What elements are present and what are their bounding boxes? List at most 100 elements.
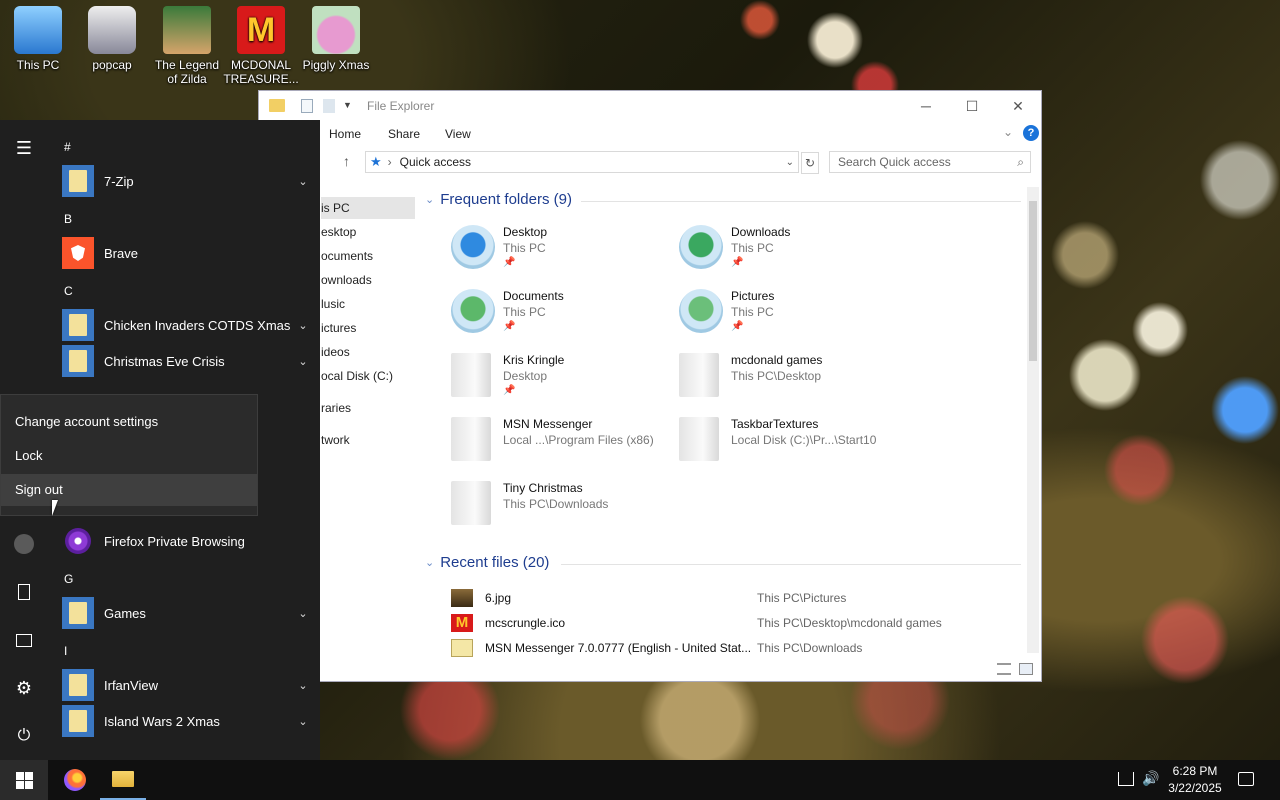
letter-header[interactable]: I: [64, 644, 67, 658]
folder-tile-desktop[interactable]: Desktop This PC 📌: [451, 223, 671, 279]
tab-home[interactable]: Home: [329, 127, 361, 141]
up-arrow-icon[interactable]: ↑: [343, 153, 350, 169]
app-games[interactable]: Games ⌄: [62, 595, 312, 631]
letter-header[interactable]: G: [64, 572, 73, 586]
details-view-icon[interactable]: [997, 663, 1011, 675]
desktop-icon-zelda[interactable]: The Legend of Zilda: [149, 6, 225, 86]
recent-file-row[interactable]: MSN Messenger 7.0.0777 (English - United…: [451, 637, 1011, 659]
search-input[interactable]: Search Quick access ⌕: [829, 151, 1031, 173]
taskbar-firefox[interactable]: [52, 760, 98, 800]
folder-location: This PC: [731, 241, 774, 255]
maximize-button[interactable]: ☐: [949, 91, 995, 121]
nav-item-this-pc[interactable]: is PC: [321, 197, 415, 219]
mcdonalds-file-icon: M: [451, 614, 473, 632]
app-island-wars[interactable]: Island Wars 2 Xmas ⌄: [62, 703, 312, 739]
app-label: Chicken Invaders COTDS Xmas: [104, 317, 291, 333]
breadcrumb[interactable]: Quick access: [400, 155, 471, 169]
app-brave[interactable]: Brave: [62, 235, 312, 271]
folder-tile-tiny-christmas[interactable]: Tiny Christmas This PC\Downloads: [451, 479, 671, 535]
qat-dropdown-icon[interactable]: ▼: [343, 100, 352, 110]
nav-item-desktop[interactable]: esktop: [321, 221, 356, 243]
desktop-icon-popcap[interactable]: popcap: [74, 6, 150, 72]
notification-icon[interactable]: [1238, 772, 1254, 786]
file-explorer-window[interactable]: ▼ File Explorer ─ ☐ ✕ Home Share View ⌄ …: [258, 90, 1042, 682]
folder-tile-mcdonald-games[interactable]: mcdonald games This PC\Desktop: [679, 351, 899, 407]
recent-file-path: This PC\Pictures: [757, 591, 847, 605]
power-button[interactable]: ⏻: [0, 716, 48, 756]
app-7zip[interactable]: 7-Zip ⌄: [62, 163, 312, 199]
nav-item-music[interactable]: lusic: [321, 293, 345, 315]
clock[interactable]: 6:28 PM 3/22/2025: [1162, 763, 1228, 797]
change-account-settings-item[interactable]: Change account settings: [1, 406, 257, 438]
pictures-button[interactable]: [0, 620, 48, 660]
folder-location: Desktop: [503, 369, 548, 383]
recent-files-label: Recent files (20): [440, 554, 550, 571]
mouse-cursor-icon: [52, 500, 64, 516]
desktop-icon-this-pc[interactable]: This PC: [0, 6, 76, 72]
app-chicken-invaders[interactable]: Chicken Invaders COTDS Xmas ⌄: [62, 307, 312, 343]
letter-header[interactable]: C: [64, 284, 73, 298]
nav-item-libraries[interactable]: raries: [321, 397, 351, 419]
network-icon[interactable]: [1118, 772, 1134, 786]
piggly-icon: [312, 6, 360, 54]
app-irfanview[interactable]: IrfanView ⌄: [62, 667, 312, 703]
scroll-thumb[interactable]: [1029, 201, 1037, 361]
app-label: Games: [104, 605, 146, 621]
navigation-pane: is PC esktop ocuments ownloads lusic ict…: [321, 195, 417, 535]
sign-out-item[interactable]: Sign out: [1, 474, 257, 506]
recent-files-header[interactable]: ⌄ Recent files (20): [425, 554, 549, 571]
large-icons-view-icon[interactable]: [1019, 663, 1033, 675]
tab-share[interactable]: Share: [388, 127, 420, 141]
folder-tile-kris-kringle[interactable]: Kris Kringle Desktop 📌: [451, 351, 671, 407]
vertical-scrollbar[interactable]: [1027, 187, 1039, 653]
address-dropdown-icon[interactable]: ⌄: [786, 157, 798, 168]
close-button[interactable]: ✕: [995, 91, 1041, 121]
app-firefox-private[interactable]: Firefox Private Browsing: [62, 523, 312, 559]
nav-item-documents[interactable]: ocuments: [321, 245, 373, 267]
letter-header[interactable]: #: [64, 140, 71, 154]
folder-tile-msn-messenger[interactable]: MSN Messenger Local ...\Program Files (x…: [451, 415, 671, 471]
lock-item[interactable]: Lock: [1, 440, 257, 472]
properties-icon[interactable]: [301, 99, 313, 113]
volume-icon[interactable]: 🔊: [1142, 770, 1159, 787]
letter-header[interactable]: B: [64, 212, 72, 226]
recent-file-path: This PC\Downloads: [757, 641, 863, 655]
help-icon[interactable]: ?: [1023, 125, 1039, 141]
recent-file-name: 6.jpg: [485, 591, 512, 605]
folder-icon: [62, 669, 94, 701]
nav-item-network[interactable]: twork: [321, 429, 350, 451]
document-icon: [18, 584, 30, 600]
expand-menu-button[interactable]: ☰: [0, 128, 48, 168]
nav-item-pictures[interactable]: ictures: [321, 317, 356, 339]
recent-file-row[interactable]: M mcscrungle.ico This PC\Desktop\mcdonal…: [451, 612, 1011, 634]
folder-tile-documents[interactable]: Documents This PC 📌: [451, 287, 671, 343]
folder-name: MSN Messenger: [503, 417, 593, 431]
address-bar[interactable]: ★ › Quick access ⌄: [365, 151, 799, 173]
app-christmas-eve-crisis[interactable]: Christmas Eve Crisis ⌄: [62, 343, 312, 379]
folder-tile-downloads[interactable]: Downloads This PC 📌: [679, 223, 899, 279]
frequent-folders-label: Frequent folders (9): [440, 191, 572, 208]
taskbar-file-explorer[interactable]: [100, 760, 146, 800]
desktop-icon-mcdonalds[interactable]: M MCDONAL TREASURE...: [223, 6, 299, 86]
frequent-folders-header[interactable]: ⌄ Frequent folders (9): [425, 191, 572, 208]
nav-item-local-disk[interactable]: ocal Disk (C:): [321, 365, 393, 387]
new-folder-icon[interactable]: [323, 99, 335, 113]
documents-button[interactable]: [0, 572, 48, 612]
windows-logo-icon: [15, 771, 33, 789]
nav-item-videos[interactable]: ideos: [321, 341, 350, 363]
tab-view[interactable]: View: [445, 127, 471, 141]
refresh-icon[interactable]: ↻: [801, 152, 819, 174]
pictures-folder-icon: [679, 289, 723, 333]
folder-tile-taskbar-textures[interactable]: TaskbarTextures Local Disk (C:)\Pr...\St…: [679, 415, 899, 471]
minimize-button[interactable]: ─: [903, 91, 949, 121]
nav-item-downloads[interactable]: ownloads: [321, 269, 372, 291]
folder-tile-pictures[interactable]: Pictures This PC 📌: [679, 287, 899, 343]
start-button[interactable]: [0, 760, 48, 800]
ribbon-expand-icon[interactable]: ⌄: [1003, 125, 1013, 139]
recent-file-row[interactable]: 6.jpg This PC\Pictures: [451, 587, 1011, 609]
user-account-button[interactable]: [0, 524, 48, 564]
folder-app-icon: [269, 99, 285, 112]
desktop-icon-piggly[interactable]: Piggly Xmas: [298, 6, 374, 72]
settings-button[interactable]: ⚙: [0, 668, 48, 708]
title-bar[interactable]: ▼ File Explorer ─ ☐ ✕: [259, 91, 1041, 121]
